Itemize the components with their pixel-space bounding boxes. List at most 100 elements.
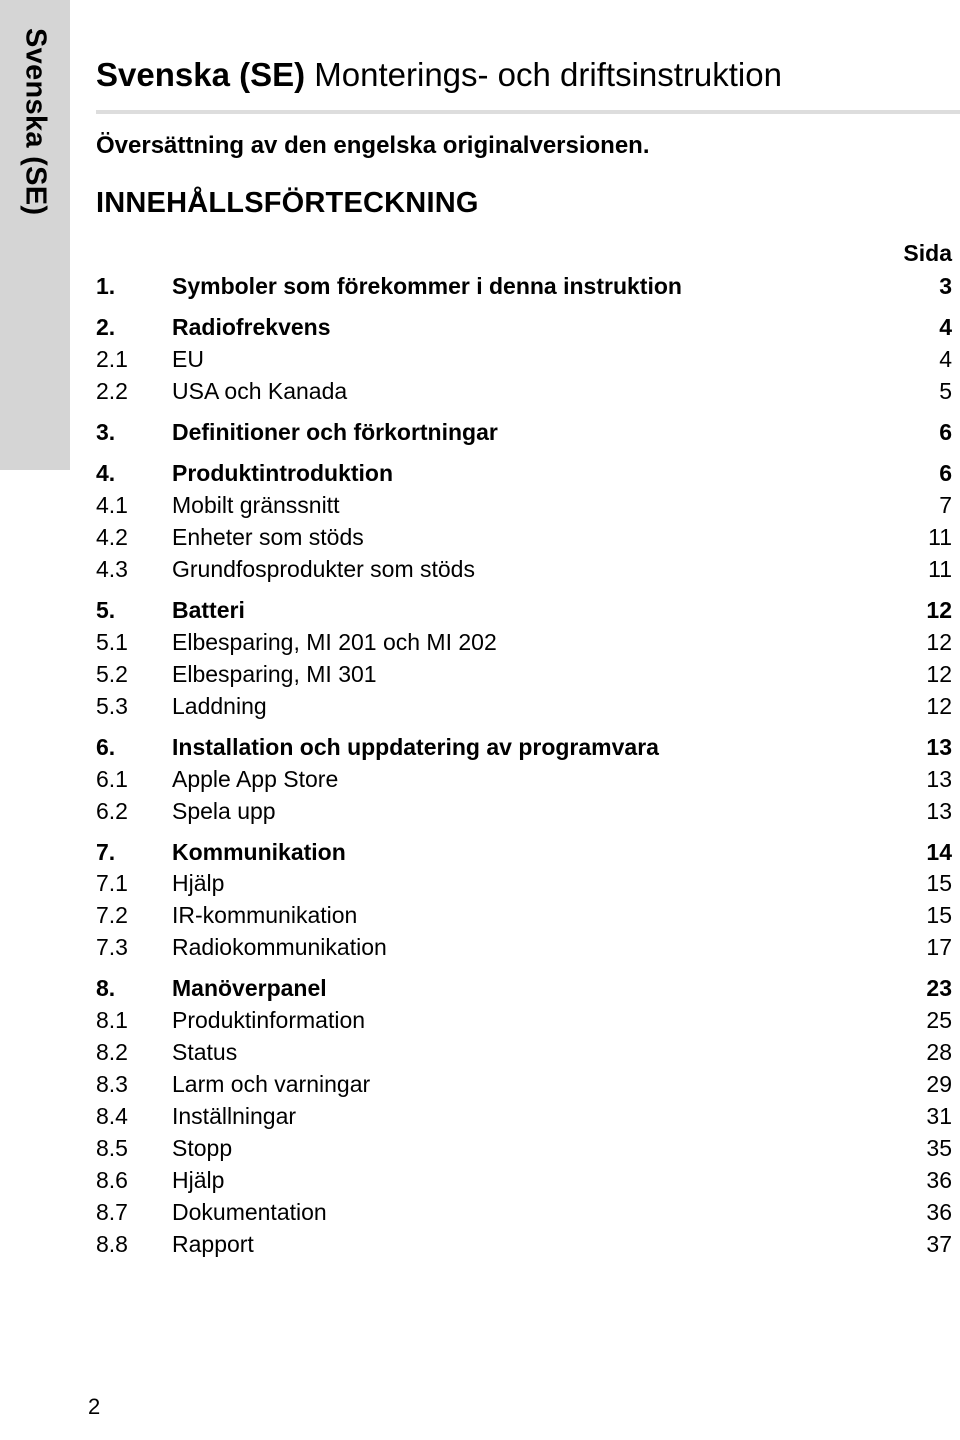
toc-entry-label: Laddning [172, 692, 267, 719]
toc-entry-label: IR-kommunikation [172, 902, 358, 929]
toc-entry-page: 23 [926, 975, 952, 1002]
toc-entry-label: Larm och varningar [172, 1071, 371, 1098]
toc-entry-number: 6. [96, 733, 116, 760]
toc-entry-number: 7.3 [96, 934, 128, 961]
toc-entry-number: 5.3 [96, 692, 128, 719]
toc-entry[interactable]: 4.3 Grundfosprodukter som stöds 11 [96, 554, 952, 586]
toc-entry-page: 29 [926, 1071, 952, 1098]
toc-heading: INNEHÅLLSFÖRTECKNING [96, 187, 479, 219]
toc-entry-page: 12 [926, 628, 952, 655]
toc-entry-number: 4.1 [96, 491, 128, 518]
toc-entry-label: Dokumentation [172, 1199, 327, 1226]
toc-entry-label: Symboler som förekommer i denna instrukt… [172, 273, 682, 299]
toc-entry[interactable]: 7.1 Hjälp 15 [96, 868, 952, 900]
toc-entry-page: 35 [926, 1135, 952, 1162]
toc-entry-number: 8.7 [96, 1199, 128, 1226]
toc-entry[interactable]: 2. Radiofrekvens 4 [96, 312, 952, 344]
toc-entry-page: 13 [926, 797, 952, 824]
toc-entry-label: USA och Kanada [172, 377, 348, 404]
toc-entry-page: 28 [926, 1039, 952, 1066]
toc-entry-number: 6.2 [96, 797, 128, 824]
page-title-language: Svenska (SE) [96, 56, 306, 93]
toc-entry-page: 37 [926, 1231, 952, 1258]
toc-page-column-label: Sida [903, 240, 952, 266]
toc-entry[interactable]: 4.2 Enheter som stöds 11 [96, 522, 952, 554]
toc-entry-number: 7.2 [96, 902, 128, 929]
toc-entry-number: 2.1 [96, 345, 128, 372]
toc-entry-label: Grundfosprodukter som stöds [172, 555, 475, 582]
toc-entry-page: 15 [926, 870, 952, 897]
toc-entry[interactable]: 2.2 USA och Kanada 5 [96, 376, 952, 408]
toc-entry-number: 8.3 [96, 1071, 128, 1098]
toc-entry-label: Installation och uppdatering av programv… [172, 733, 659, 760]
toc-entry-number: 2. [96, 313, 116, 340]
toc-entry-page: 6 [939, 459, 952, 486]
toc-entry-page: 11 [928, 523, 952, 550]
toc-entry-page: 17 [926, 934, 952, 961]
toc-entry[interactable]: 1. Symboler som förekommer i denna instru… [96, 271, 952, 303]
toc-entry[interactable]: 5.3 Laddning 12 [96, 691, 952, 723]
toc-entry[interactable]: 6.2 Spela upp 13 [96, 796, 952, 828]
toc-entry-number: 4. [96, 459, 116, 486]
toc-entry[interactable]: 8.7 Dokumentation 36 [96, 1197, 952, 1229]
toc-entry[interactable]: 4. Produktintroduktion 6 [96, 458, 952, 490]
toc-entry-number: 2.2 [96, 377, 128, 404]
toc-entry-page: 25 [926, 1007, 952, 1034]
toc-entry[interactable]: 5.2 Elbesparing, MI 301 12 [96, 659, 952, 691]
toc-entry-page: 3 [939, 273, 952, 299]
toc-entry[interactable]: 7.2 IR-kommunikation 15 [96, 900, 952, 932]
toc-entry[interactable]: 8.4 Inställningar 31 [96, 1101, 952, 1133]
toc-entry[interactable]: 8.8 Rapport 37 [96, 1229, 952, 1261]
toc-entry-number: 7.1 [96, 870, 128, 897]
toc-entry[interactable]: 4.1 Mobilt gränssnitt 7 [96, 490, 952, 522]
toc-entry-number: 8.8 [96, 1231, 128, 1258]
toc-entry-label: Manöverpanel [172, 975, 327, 1002]
language-tab-label: Svenska (SE) [19, 28, 52, 216]
toc-entry[interactable]: 7.3 Radiokommunikation 17 [96, 932, 952, 964]
toc-entry[interactable]: 8.3 Larm och varningar 29 [96, 1069, 952, 1101]
toc-entry-number: 8.5 [96, 1135, 128, 1162]
toc-entry[interactable]: 5. Batteri 12 [96, 595, 952, 627]
toc-entry-number: 4.3 [96, 555, 128, 582]
toc-entry-page: 36 [926, 1167, 952, 1194]
toc-column-header: Sida [96, 240, 952, 271]
page-title-rest: Monterings- och driftsinstruktion [305, 56, 782, 93]
toc-entry[interactable]: 6. Installation och uppdatering av progra… [96, 732, 952, 764]
toc-entry-page: 5 [939, 377, 952, 404]
toc-entry-number: 4.2 [96, 523, 128, 550]
toc-entry-label: Batteri [172, 596, 245, 623]
toc-entry-label: Apple App Store [172, 765, 339, 792]
toc-entry-page: 12 [926, 692, 952, 719]
toc-entry[interactable]: 6.1 Apple App Store 13 [96, 764, 952, 796]
toc-entry[interactable]: 8.2 Status 28 [96, 1037, 952, 1069]
toc-entry-number: 8.4 [96, 1103, 128, 1130]
language-tab: Svenska (SE) [0, 0, 70, 470]
toc-entry-label: Mobilt gränssnitt [172, 491, 340, 518]
toc-entry-number: 8.6 [96, 1167, 128, 1194]
toc-entry[interactable]: 5.1 Elbesparing, MI 201 och MI 202 12 [96, 627, 952, 659]
toc-entry-label: Kommunikation [172, 838, 346, 865]
toc-entry-label: Rapport [172, 1231, 254, 1258]
toc-entry[interactable]: 8. Manöverpanel 23 [96, 973, 952, 1005]
toc-entry-number: 8. [96, 975, 116, 1002]
toc-entry-label: Produktinformation [172, 1007, 366, 1034]
toc-entry-page: 6 [939, 418, 952, 445]
toc-entry[interactable]: 3. Definitioner och förkortningar 6 [96, 417, 952, 449]
document-page: Svenska (SE) Svenska (SE) Monterings- oc… [0, 0, 960, 1440]
toc-entry-label: Hjälp [172, 1167, 225, 1194]
toc-entry-page: 12 [926, 596, 952, 623]
toc-entry[interactable]: 2.1 EU 4 [96, 344, 952, 376]
toc-entry[interactable]: 8.6 Hjälp 36 [96, 1165, 952, 1197]
toc-entry-label: Inställningar [172, 1103, 297, 1130]
toc-entry-number: 7. [96, 838, 116, 865]
toc-entry-page: 31 [926, 1103, 952, 1130]
footer-page-number: 2 [88, 1394, 101, 1419]
toc-entry[interactable]: 8.1 Produktinformation 25 [96, 1005, 952, 1037]
toc-entry-number: 8.2 [96, 1039, 128, 1066]
toc-entry-number: 1. [96, 273, 116, 299]
toc-entry-number: 5. [96, 596, 116, 623]
toc-entry-label: Elbesparing, MI 301 [172, 660, 377, 687]
toc-entry[interactable]: 7. Kommunikation 14 [96, 837, 952, 869]
toc-entry[interactable]: 8.5 Stopp 35 [96, 1133, 952, 1165]
page-title: Svenska (SE) Monterings- och driftsinstr… [96, 56, 960, 95]
